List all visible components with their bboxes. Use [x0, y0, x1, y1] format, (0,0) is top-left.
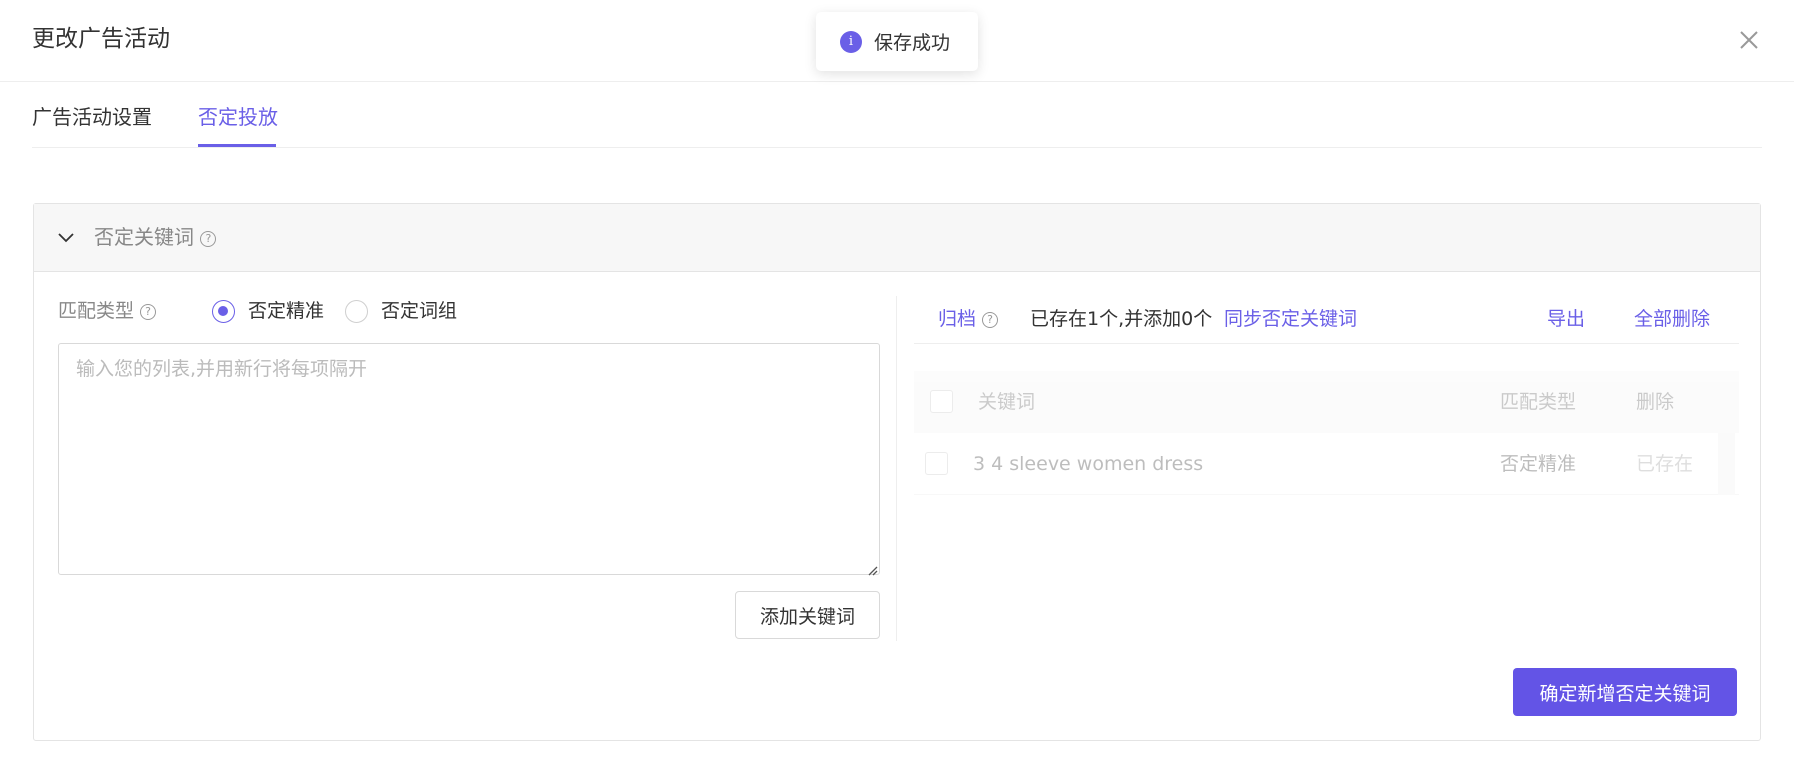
tab-negative-targeting[interactable]: 否定投放	[198, 102, 278, 132]
help-icon[interactable]: ?	[982, 311, 999, 328]
row-checkbox[interactable]	[925, 452, 948, 475]
panel-title: 否定关键词 ?	[94, 222, 217, 252]
toast-text: 保存成功	[874, 32, 951, 54]
header-delete: 删除	[1636, 391, 1675, 413]
negative-keywords-panel: 否定关键词 ? 匹配类型 ? 否定精准 否定词组 添加关键词 归档 ? 已存在1…	[33, 203, 1761, 741]
cell-keyword: 3 4 sleeve women dress	[973, 453, 1204, 475]
dialog-title: 更改广告活动	[32, 26, 170, 52]
header-keyword: 关键词	[978, 391, 1036, 413]
sync-negative-keywords-link[interactable]: 同步否定关键词	[1224, 304, 1357, 334]
panel-header[interactable]: 否定关键词 ?	[34, 204, 1760, 272]
chevron-down-icon[interactable]	[56, 228, 76, 248]
header-match-type: 匹配类型	[1500, 391, 1577, 413]
keyword-table: 关键词 匹配类型 删除 3 4 sleeve women dress 否定精准 …	[914, 371, 1739, 495]
table-header: 关键词 匹配类型 删除	[914, 371, 1739, 433]
delete-all-link[interactable]: 全部删除	[1634, 304, 1710, 334]
table-row: 3 4 sleeve women dress 否定精准 已存在	[914, 433, 1739, 495]
radio-negative-exact[interactable]	[212, 300, 235, 323]
existing-count-text: 已存在1个,并添加0个	[1030, 308, 1213, 330]
help-icon[interactable]: ?	[140, 303, 157, 320]
confirm-add-negative-keywords-button[interactable]: 确定新增否定关键词	[1513, 668, 1737, 716]
tab-campaign-settings[interactable]: 广告活动设置	[32, 102, 152, 132]
archive-control[interactable]: 归档 ?	[938, 304, 999, 334]
radio-label-negative-exact[interactable]: 否定精准	[248, 294, 324, 328]
resize-handle-icon[interactable]	[866, 561, 878, 576]
keyword-list-section: 归档 ? 已存在1个,并添加0个 同步否定关键词 导出 全部删除 关键词 匹配类…	[914, 294, 1739, 644]
cell-status: 已存在	[1636, 453, 1694, 475]
scrollbar[interactable]	[1718, 433, 1735, 495]
radio-negative-phrase[interactable]	[345, 300, 368, 323]
select-all-checkbox[interactable]	[930, 390, 953, 413]
export-link[interactable]: 导出	[1547, 304, 1585, 334]
close-icon[interactable]	[1734, 25, 1764, 55]
column-divider	[896, 296, 897, 641]
archive-link[interactable]: 归档	[938, 308, 976, 330]
panel-title-text: 否定关键词	[94, 225, 194, 249]
cell-match-type: 否定精准	[1500, 453, 1577, 475]
toast-message: i 保存成功	[816, 12, 978, 71]
info-icon: i	[840, 30, 862, 53]
radio-label-negative-phrase[interactable]: 否定词组	[381, 294, 457, 328]
add-keyword-button[interactable]: 添加关键词	[735, 591, 880, 639]
match-type-label-text: 匹配类型	[58, 300, 135, 322]
help-icon[interactable]: ?	[200, 230, 217, 247]
keyword-list-textarea[interactable]	[58, 343, 880, 575]
list-toolbar: 归档 ? 已存在1个,并添加0个 同步否定关键词 导出 全部删除	[914, 294, 1739, 344]
active-tab-indicator	[198, 144, 276, 147]
match-type-label: 匹配类型 ?	[58, 294, 157, 328]
tab-bar: 广告活动设置 否定投放	[32, 82, 1762, 148]
